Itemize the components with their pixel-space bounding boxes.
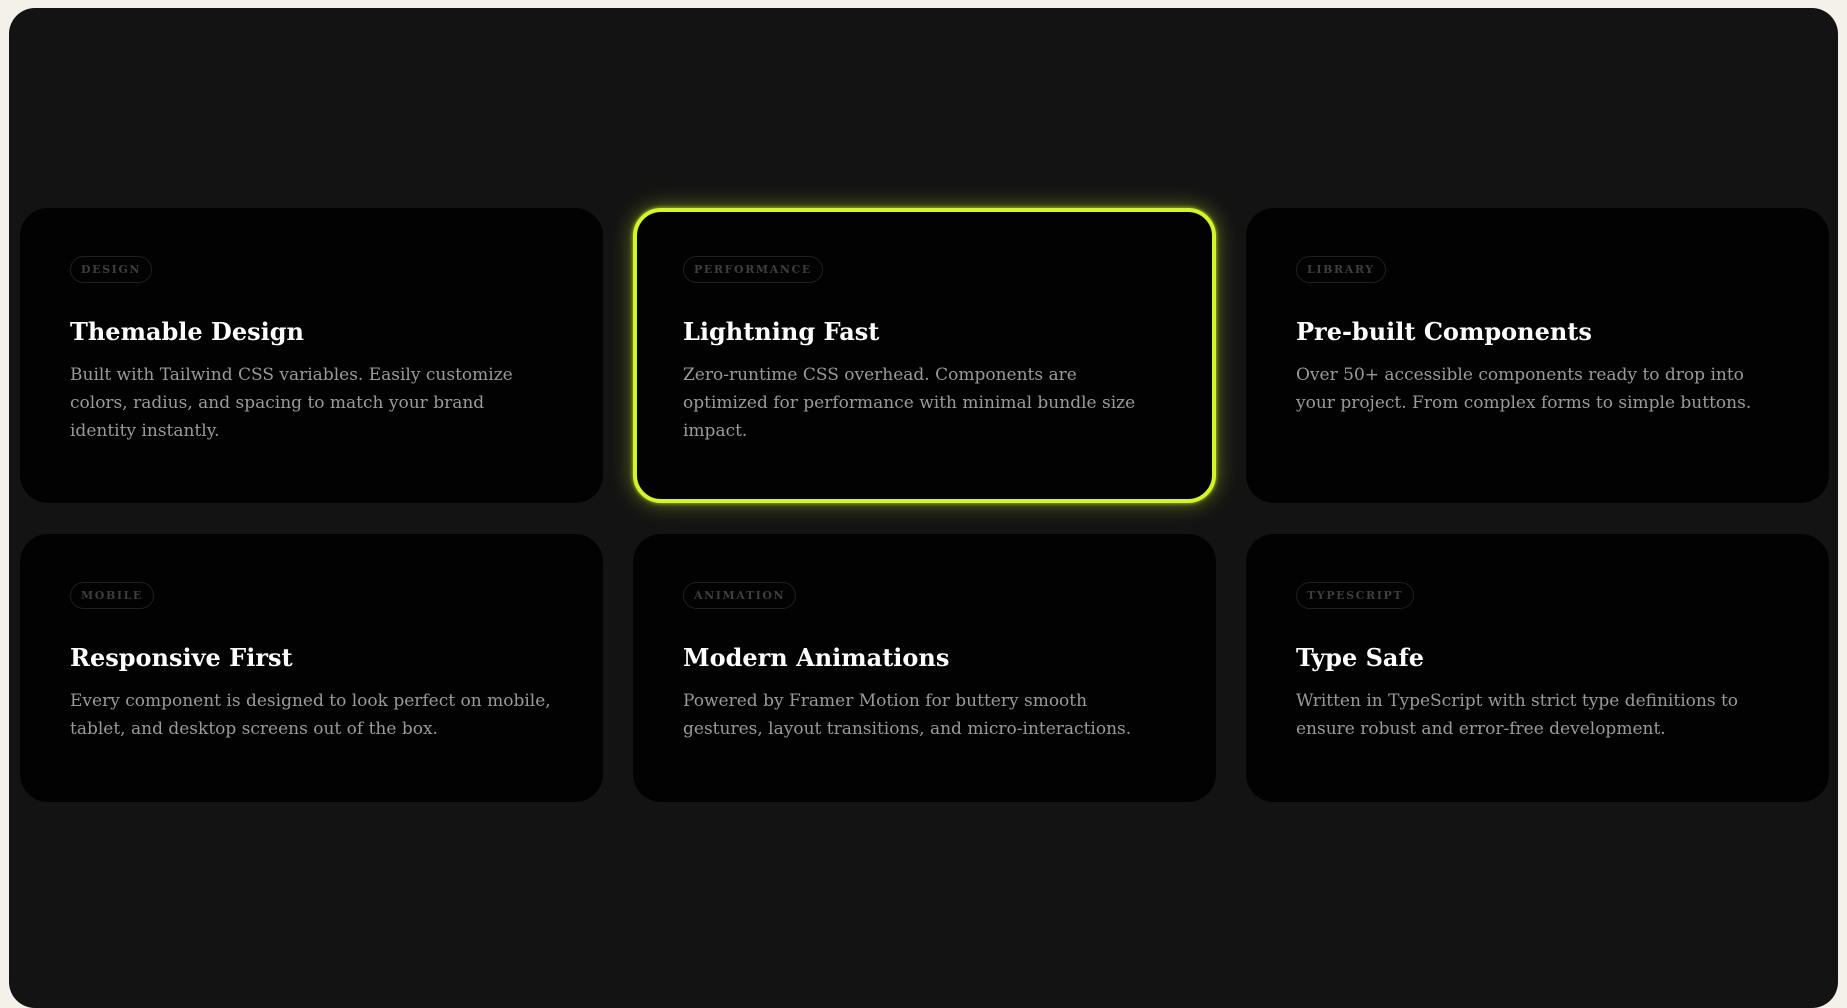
card-title: Themable Design bbox=[70, 317, 304, 346]
card-title: Pre-built Components bbox=[1296, 317, 1592, 346]
card-tag: DESIGN bbox=[70, 256, 153, 283]
feature-card-mobile[interactable]: MOBILE Responsive First Every component … bbox=[20, 534, 603, 802]
feature-card-performance[interactable]: PERFORMANCE Lightning Fast Zero-runtime … bbox=[633, 208, 1216, 503]
feature-card-typescript[interactable]: TYPESCRIPT Type Safe Written in TypeScri… bbox=[1246, 534, 1829, 802]
card-tag: LIBRARY bbox=[1296, 256, 1386, 283]
card-tag: MOBILE bbox=[70, 582, 154, 609]
feature-card-design[interactable]: DESIGN Themable Design Built with Tailwi… bbox=[20, 208, 603, 503]
card-tag: ANIMATION bbox=[683, 582, 797, 609]
card-description: Built with Tailwind CSS variables. Easil… bbox=[70, 365, 513, 441]
card-tag: PERFORMANCE bbox=[683, 256, 823, 283]
card-description: Over 50+ accessible components ready to … bbox=[1296, 365, 1752, 413]
card-description: Every component is designed to look perf… bbox=[70, 691, 551, 739]
card-title: Type Safe bbox=[1296, 643, 1425, 672]
card-title: Lightning Fast bbox=[683, 317, 880, 346]
card-description: Powered by Framer Motion for buttery smo… bbox=[683, 691, 1132, 739]
card-title: Modern Animations bbox=[683, 643, 950, 672]
features-section: DESIGN Themable Design Built with Tailwi… bbox=[9, 8, 1838, 1008]
card-title: Responsive First bbox=[70, 643, 293, 672]
feature-grid: DESIGN Themable Design Built with Tailwi… bbox=[20, 208, 1829, 802]
card-tag: TYPESCRIPT bbox=[1296, 582, 1415, 609]
feature-card-animation[interactable]: ANIMATION Modern Animations Powered by F… bbox=[633, 534, 1216, 802]
feature-card-library[interactable]: LIBRARY Pre-built Components Over 50+ ac… bbox=[1246, 208, 1829, 503]
card-description: Written in TypeScript with strict type d… bbox=[1296, 691, 1739, 739]
card-description: Zero-runtime CSS overhead. Components ar… bbox=[683, 365, 1136, 441]
